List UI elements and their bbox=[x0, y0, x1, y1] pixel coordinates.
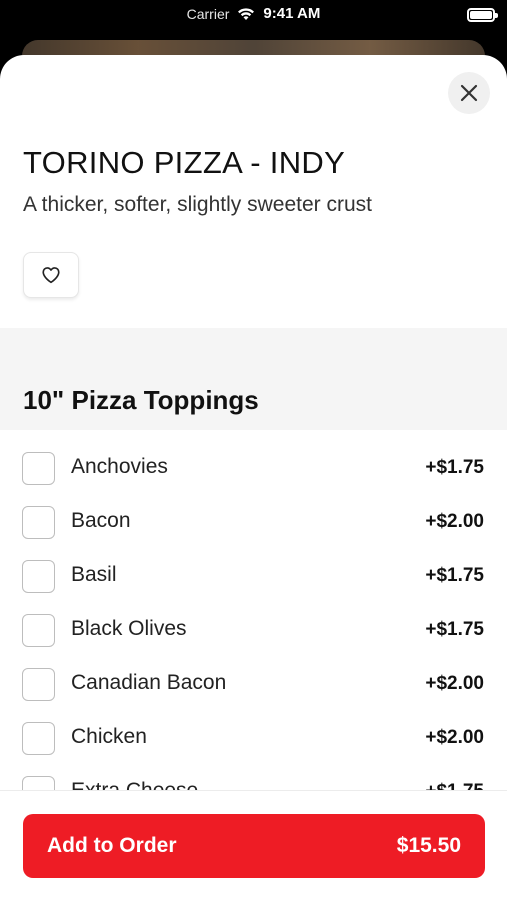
battery-fill bbox=[470, 11, 492, 19]
battery-icon bbox=[467, 8, 498, 22]
carrier-label: Carrier bbox=[186, 5, 230, 22]
status-time: 9:41 AM bbox=[263, 5, 321, 22]
toppings-section-header: 10" Pizza Toppings bbox=[0, 328, 507, 430]
topping-row[interactable]: Basil +$1.75 bbox=[0, 541, 507, 595]
wifi-icon bbox=[238, 7, 255, 20]
status-center: Carrier 9:41 AM bbox=[0, 5, 507, 22]
heart-icon bbox=[42, 267, 60, 284]
close-button[interactable] bbox=[448, 72, 490, 114]
topping-checkbox[interactable] bbox=[22, 452, 55, 485]
topping-price: +$1.75 bbox=[425, 619, 484, 640]
toppings-list: Anchovies +$1.75 Bacon +$2.00 Basil +$1.… bbox=[0, 433, 507, 811]
topping-name: Anchovies bbox=[71, 455, 168, 478]
topping-price: +$2.00 bbox=[425, 673, 484, 694]
item-title: TORINO PIZZA - INDY bbox=[23, 145, 346, 180]
add-to-order-button[interactable]: Add to Order $15.50 bbox=[23, 814, 485, 878]
topping-checkbox[interactable] bbox=[22, 506, 55, 539]
status-bar: Carrier 9:41 AM bbox=[0, 0, 507, 40]
topping-price: +$2.00 bbox=[425, 511, 484, 532]
topping-price: +$1.75 bbox=[425, 457, 484, 478]
topping-checkbox[interactable] bbox=[22, 560, 55, 593]
topping-checkbox[interactable] bbox=[22, 614, 55, 647]
topping-row[interactable]: Black Olives +$1.75 bbox=[0, 595, 507, 649]
close-icon bbox=[460, 84, 478, 102]
topping-name: Black Olives bbox=[71, 617, 187, 640]
topping-price: +$1.75 bbox=[425, 565, 484, 586]
topping-price: +$2.00 bbox=[425, 727, 484, 748]
item-detail-sheet: TORINO PIZZA - INDY A thicker, softer, s… bbox=[0, 55, 507, 900]
section-title: 10" Pizza Toppings bbox=[23, 385, 259, 415]
order-total: $15.50 bbox=[396, 834, 461, 857]
topping-checkbox[interactable] bbox=[22, 668, 55, 701]
topping-row[interactable]: Bacon +$2.00 bbox=[0, 487, 507, 541]
favorite-button[interactable] bbox=[23, 252, 79, 298]
topping-name: Basil bbox=[71, 563, 117, 586]
topping-name: Canadian Bacon bbox=[71, 671, 227, 694]
topping-checkbox[interactable] bbox=[22, 722, 55, 755]
topping-row[interactable]: Anchovies +$1.75 bbox=[0, 433, 507, 487]
item-description: A thicker, softer, slightly sweeter crus… bbox=[23, 193, 372, 216]
add-to-order-label: Add to Order bbox=[47, 834, 177, 857]
topping-name: Chicken bbox=[71, 725, 147, 748]
topping-row[interactable]: Chicken +$2.00 bbox=[0, 703, 507, 757]
topping-name: Bacon bbox=[71, 509, 131, 532]
bottom-action-bar: Add to Order $15.50 bbox=[0, 790, 507, 900]
topping-row[interactable]: Canadian Bacon +$2.00 bbox=[0, 649, 507, 703]
